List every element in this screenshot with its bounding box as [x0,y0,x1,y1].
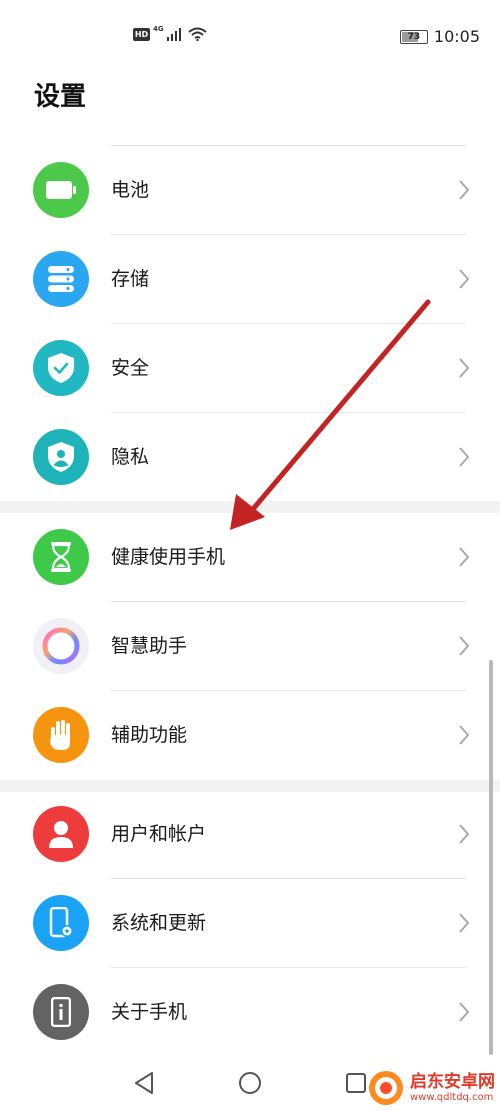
settings-item-label: 存储 [111,268,150,290]
chevron-right-icon [459,725,470,745]
settings-item-about-phone[interactable]: 关于手机 [0,968,500,1057]
settings-group-wellbeing: 健康使用手机 智慧助手 辅助功能 [0,513,500,780]
clock: 10:05 [433,27,480,46]
group-separator [0,501,500,513]
settings-item-label: 用户和帐户 [111,823,207,845]
battery-icon [33,162,89,218]
settings-item-label: 安全 [111,357,150,379]
assistant-ring-icon [33,618,89,674]
back-button[interactable] [130,1069,158,1097]
privacy-icon [33,429,89,485]
chevron-right-icon [459,636,470,656]
user-icon [33,806,89,862]
phone-info-icon [33,984,89,1040]
settings-item-label: 系统和更新 [111,912,207,934]
hd-badge: HD [133,27,150,41]
settings-item-accessibility[interactable]: 辅助功能 [0,691,500,780]
settings-group-device: 电池 存储 安全 隐私 [0,146,500,502]
watermark-url: www.qdltdq.com [410,1091,494,1103]
phone-settings-icon [33,895,89,951]
settings-item-label: 智慧助手 [111,635,188,657]
hand-icon [33,707,89,763]
cellular-signal-icon [166,27,181,41]
settings-item-label: 关于手机 [111,1001,188,1023]
chevron-right-icon [459,180,470,200]
status-right: 73 10:05 [399,27,480,46]
chevron-right-icon [459,447,470,467]
settings-item-security[interactable]: 安全 [0,324,500,413]
settings-item-system-update[interactable]: 系统和更新 [0,879,500,968]
recents-icon [346,1073,366,1093]
settings-group-system: 用户和帐户 系统和更新 关于手机 [0,790,500,1057]
page-title: 设置 [34,82,87,112]
shield-check-icon [33,340,89,396]
chevron-right-icon [459,913,470,933]
hourglass-icon [33,529,89,585]
battery-indicator: 73 [399,29,428,44]
settings-item-digital-balance[interactable]: 健康使用手机 [0,513,500,602]
settings-item-label: 辅助功能 [111,724,188,746]
chevron-right-icon [459,358,470,378]
watermark: 启东安卓网 www.qdltdq.com [368,1070,495,1106]
battery-level: 73 [407,31,421,42]
settings-item-label: 隐私 [111,446,150,468]
wifi-icon [187,27,207,41]
chevron-right-icon [459,547,470,567]
settings-item-privacy[interactable]: 隐私 [0,413,500,502]
home-button[interactable] [236,1069,264,1097]
settings-item-label: 健康使用手机 [111,546,226,568]
status-bar: HD 4G 73 10:05 [0,0,500,75]
status-left: HD 4G [133,25,207,41]
settings-item-battery[interactable]: 电池 [0,146,500,235]
home-icon [239,1072,261,1094]
recents-button[interactable] [342,1069,370,1097]
settings-item-smart-assistant[interactable]: 智慧助手 [0,602,500,691]
chevron-right-icon [459,1002,470,1022]
scrollbar[interactable] [489,660,493,1055]
network-type: 4G [153,25,164,33]
settings-item-label: 电池 [111,179,150,201]
settings-item-storage[interactable]: 存储 [0,235,500,324]
chevron-right-icon [459,269,470,289]
settings-item-users-accounts[interactable]: 用户和帐户 [0,790,500,879]
watermark-logo-icon [369,1071,403,1105]
watermark-name: 启东安卓网 [410,1071,495,1092]
chevron-right-icon [459,824,470,844]
back-icon [135,1072,153,1094]
storage-icon [33,251,89,307]
